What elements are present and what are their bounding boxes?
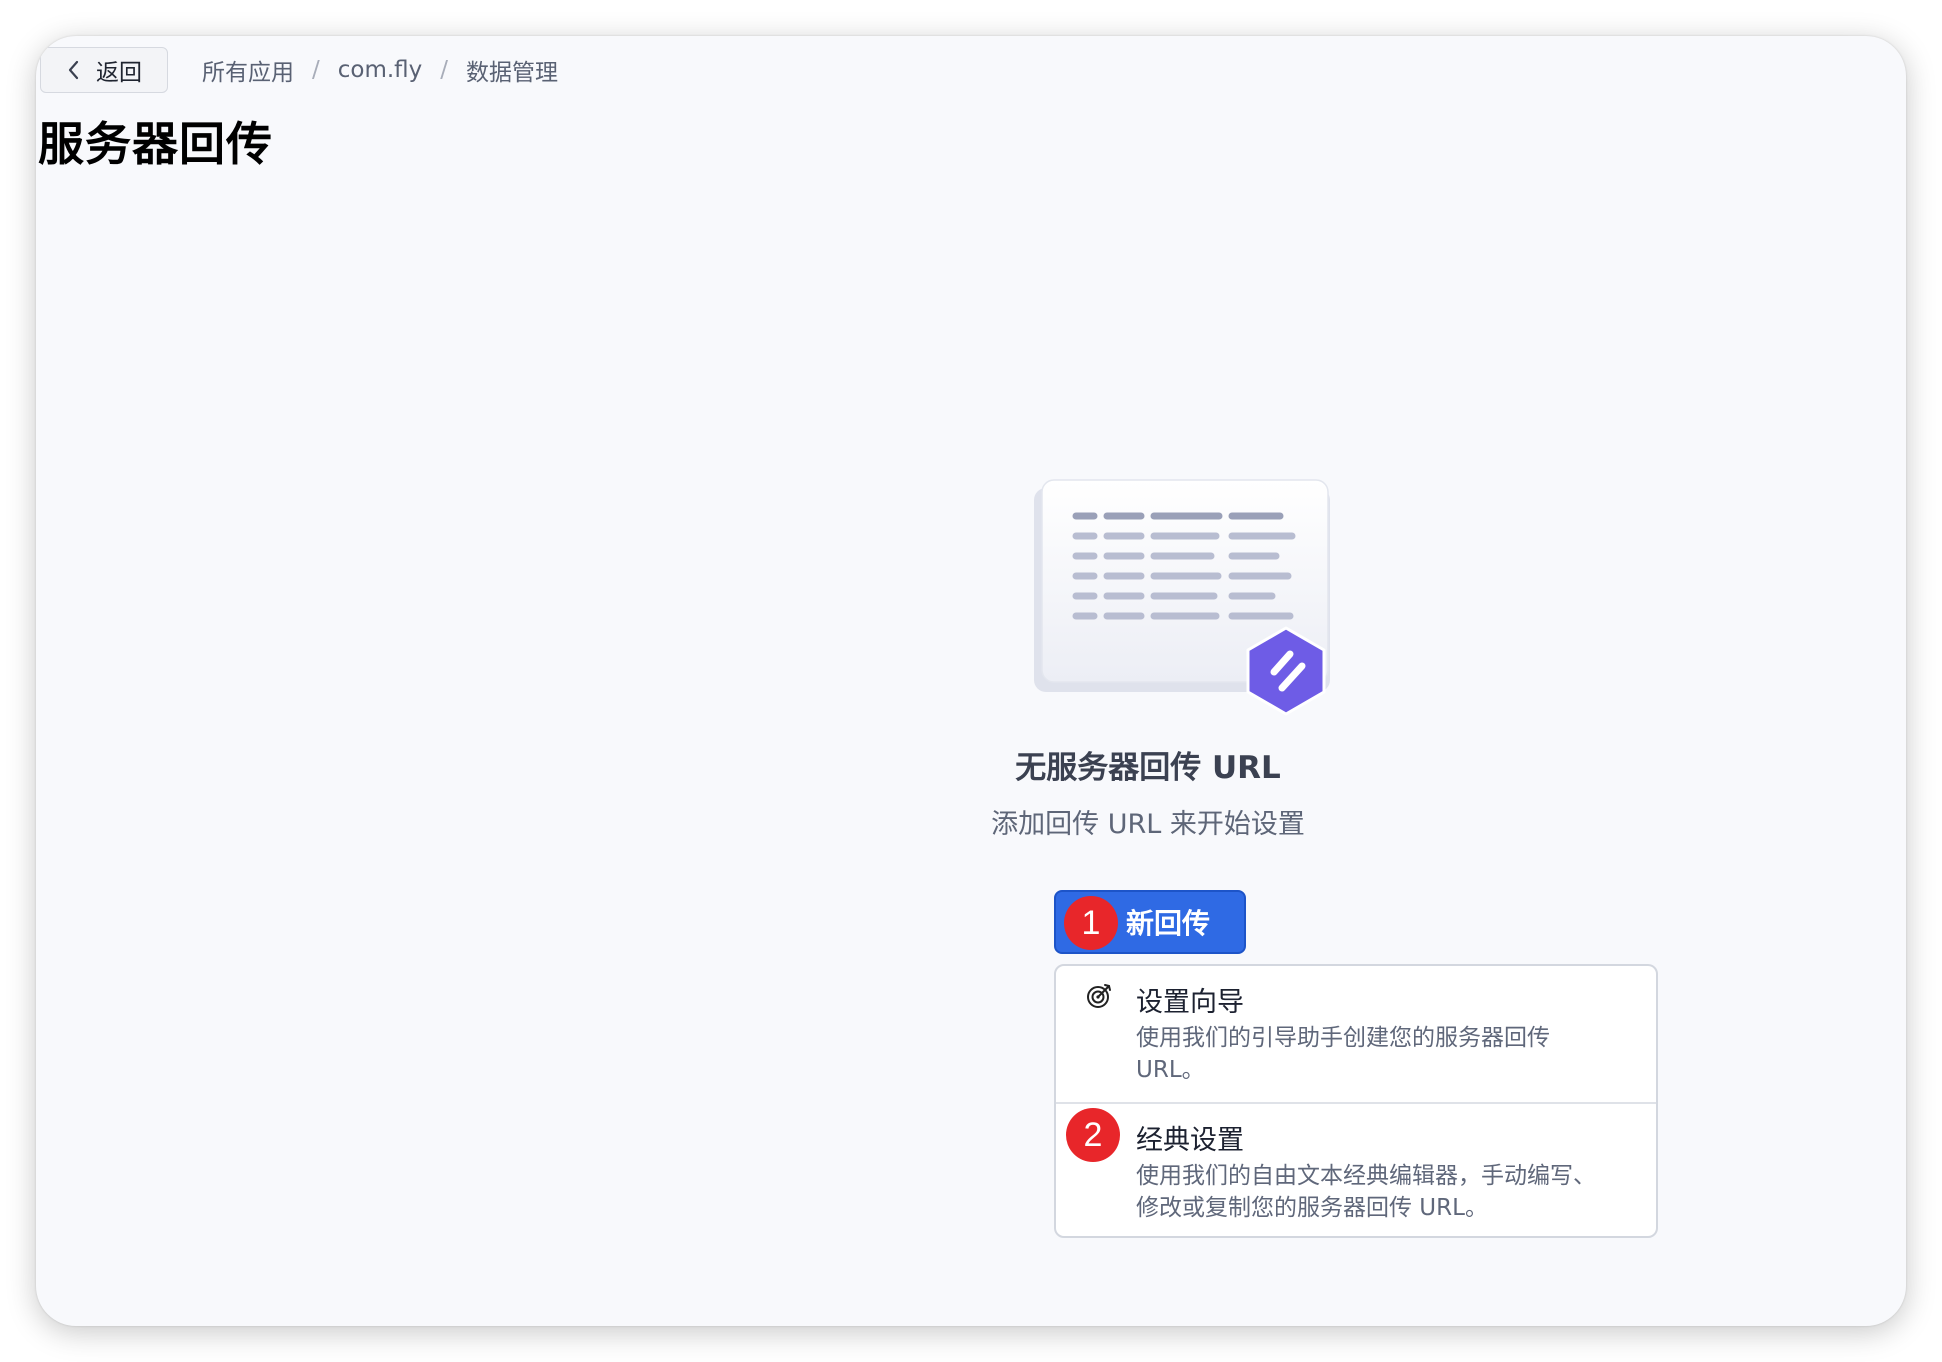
breadcrumb: 所有应用 / com.fly / 数据管理 — [202, 53, 558, 87]
breadcrumb-separator: / — [440, 57, 449, 83]
breadcrumb-app[interactable]: com.fly — [338, 57, 423, 83]
new-postback-dropdown: 设置向导 使用我们的引导助手创建您的服务器回传 URL。 经典设置 使用我们的自… — [1054, 964, 1658, 1238]
empty-state-title: 无服务器回传 URL — [1015, 750, 1281, 786]
page-title: 服务器回传 — [38, 117, 273, 171]
step-badge-2: 2 — [1066, 1108, 1120, 1162]
breadcrumb-separator: / — [312, 57, 320, 83]
breadcrumb-data-management[interactable]: 数据管理 — [466, 53, 558, 87]
new-postback-label: 新回传 — [1126, 907, 1211, 940]
menu-item-description: 使用我们的自由文本经典编辑器，手动编写、修改或复制您的服务器回传 URL。 — [1136, 1163, 1596, 1221]
menu-item-description: 使用我们的引导助手创建您的服务器回传 URL。 — [1136, 1025, 1550, 1083]
step-badge-1: 1 — [1064, 896, 1118, 950]
breadcrumb-all-apps[interactable]: 所有应用 — [202, 53, 294, 87]
menu-item-label: 经典设置 — [1136, 1125, 1244, 1156]
menu-item-label: 设置向导 — [1136, 987, 1244, 1018]
back-button[interactable]: 返回 — [40, 47, 168, 93]
chevron-left-icon — [68, 60, 79, 80]
document-list-icon — [1034, 479, 1330, 716]
empty-state-subtitle: 添加回传 URL 来开始设置 — [991, 809, 1305, 840]
menu-item-setup-wizard[interactable]: 设置向导 使用我们的引导助手创建您的服务器回传 URL。 — [1056, 966, 1656, 1104]
app-window: 返回 所有应用 / com.fly / 数据管理 服务器回传 无服务器回传 UR… — [36, 36, 1906, 1326]
top-bar: 返回 所有应用 / com.fly / 数据管理 — [36, 46, 558, 94]
target-icon — [1087, 984, 1111, 1008]
back-label: 返回 — [96, 60, 142, 86]
menu-item-classic-setup[interactable]: 经典设置 使用我们的自由文本经典编辑器，手动编写、修改或复制您的服务器回传 UR… — [1056, 1104, 1656, 1236]
